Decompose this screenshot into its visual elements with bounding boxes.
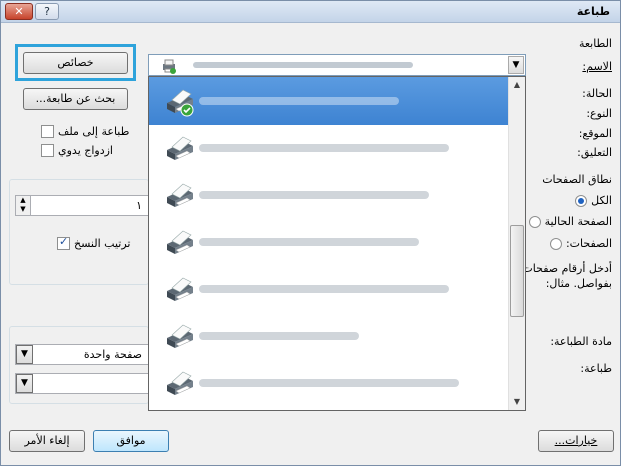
- manual-duplex-box[interactable]: [41, 144, 54, 157]
- printer-type-label: النوع:: [586, 107, 612, 120]
- scale-select[interactable]: [15, 373, 149, 394]
- printer-list-item-name: [199, 191, 429, 199]
- collate-checkbox[interactable]: ترتيب النسخ: [57, 235, 131, 250]
- printer-icon: [167, 277, 193, 301]
- range-current-dot[interactable]: [528, 215, 541, 228]
- copies-spinner[interactable]: ▲ ▼: [15, 195, 31, 216]
- range-all-label: الكل: [591, 194, 612, 207]
- printer-status-label: الحالة:: [582, 87, 612, 100]
- range-all-radio[interactable]: الكل: [575, 194, 612, 207]
- print-dialog: ✕ ? طباعة الطابعة الاسم: الحالة: النوع: …: [0, 0, 621, 466]
- printer-list-item-name: [199, 144, 449, 152]
- manual-duplex-label: ازدواج يدوي: [58, 144, 113, 157]
- copies-count-field[interactable]: ١: [15, 195, 149, 216]
- printer-location-label: الموقع:: [578, 127, 612, 140]
- ok-button[interactable]: موافق: [93, 430, 169, 452]
- scale-dropdown-button[interactable]: ▼: [16, 374, 33, 393]
- print-what-label: مادة الطباعة:: [550, 335, 612, 348]
- find-printer-button[interactable]: بحث عن طابعة...: [23, 88, 128, 110]
- close-button[interactable]: ✕: [5, 3, 33, 20]
- printer-icon: [167, 230, 193, 254]
- printer-list-item[interactable]: [149, 265, 508, 313]
- cancel-button[interactable]: إلغاء الأمر: [9, 430, 85, 452]
- scroll-up-arrow[interactable]: ▲: [509, 77, 525, 93]
- print-to-file-label: طباعة إلى ملف: [58, 125, 130, 138]
- help-button[interactable]: ?: [35, 3, 59, 20]
- range-all-dot[interactable]: [575, 194, 588, 207]
- printer-list-item-name: [199, 332, 359, 340]
- printer-list-item[interactable]: [149, 218, 508, 266]
- properties-button[interactable]: خصائص: [23, 52, 128, 74]
- printer-name-combo[interactable]: ▼: [148, 54, 526, 76]
- print-to-file-checkbox[interactable]: طباعة إلى ملف: [41, 125, 129, 138]
- range-pages-label: الصفحات:: [565, 237, 612, 250]
- print-label: طباعة:: [580, 362, 612, 375]
- printer-name-label: الاسم:: [582, 60, 612, 73]
- printer-section-label: الطابعة: [578, 37, 612, 50]
- collate-box[interactable]: [57, 235, 70, 250]
- printer-list-item[interactable]: [149, 171, 508, 219]
- options-button[interactable]: خيارات...: [538, 430, 614, 452]
- printer-list-item-name: [199, 285, 449, 293]
- page-range-label: نطاق الصفحات: [542, 173, 612, 186]
- printer-icon: [163, 59, 176, 74]
- printer-combo-selected-name: [193, 62, 413, 68]
- printer-icon: [167, 89, 194, 117]
- printer-list-item[interactable]: [149, 124, 508, 172]
- printer-icon: [167, 371, 193, 395]
- pages-per-sheet-select[interactable]: صفحة واحدة: [15, 344, 149, 365]
- printer-list-item[interactable]: [149, 312, 508, 360]
- scroll-down-arrow[interactable]: ▼: [509, 394, 525, 410]
- printer-list-item[interactable]: [149, 77, 508, 125]
- range-current-label: الصفحة الحالية: [544, 215, 612, 228]
- range-hint-line2: بفواصل. مثال:: [545, 277, 612, 290]
- scroll-thumb[interactable]: [510, 225, 524, 317]
- printer-combo-dropdown-button[interactable]: ▼: [508, 56, 524, 74]
- printer-icon: [167, 136, 193, 160]
- printer-list-item-name: [199, 97, 399, 105]
- range-pages-radio[interactable]: الصفحات:: [549, 237, 612, 250]
- pages-per-sheet-dropdown-button[interactable]: ▼: [16, 345, 33, 364]
- window-title: طباعة: [576, 5, 610, 18]
- title-bar: ✕ ? طباعة: [1, 1, 620, 23]
- range-current-radio[interactable]: الصفحة الحالية: [528, 215, 612, 228]
- printer-list-item[interactable]: [149, 359, 508, 407]
- range-pages-dot[interactable]: [549, 237, 562, 250]
- printer-icon: [167, 324, 193, 348]
- collate-label: ترتيب النسخ: [74, 237, 131, 250]
- range-hint-line1: أدخل أرقام صفحات: [522, 262, 612, 275]
- printer-dropdown-list[interactable]: ▲ ▼: [148, 76, 526, 411]
- printer-icon: [167, 183, 193, 207]
- printer-list-item-name: [199, 379, 459, 387]
- print-to-file-box[interactable]: [41, 125, 54, 138]
- printer-list-item-name: [199, 238, 419, 246]
- printer-list-scrollbar[interactable]: ▲ ▼: [508, 77, 525, 410]
- printer-comment-label: التعليق:: [577, 146, 612, 159]
- manual-duplex-checkbox[interactable]: ازدواج يدوي: [41, 144, 113, 157]
